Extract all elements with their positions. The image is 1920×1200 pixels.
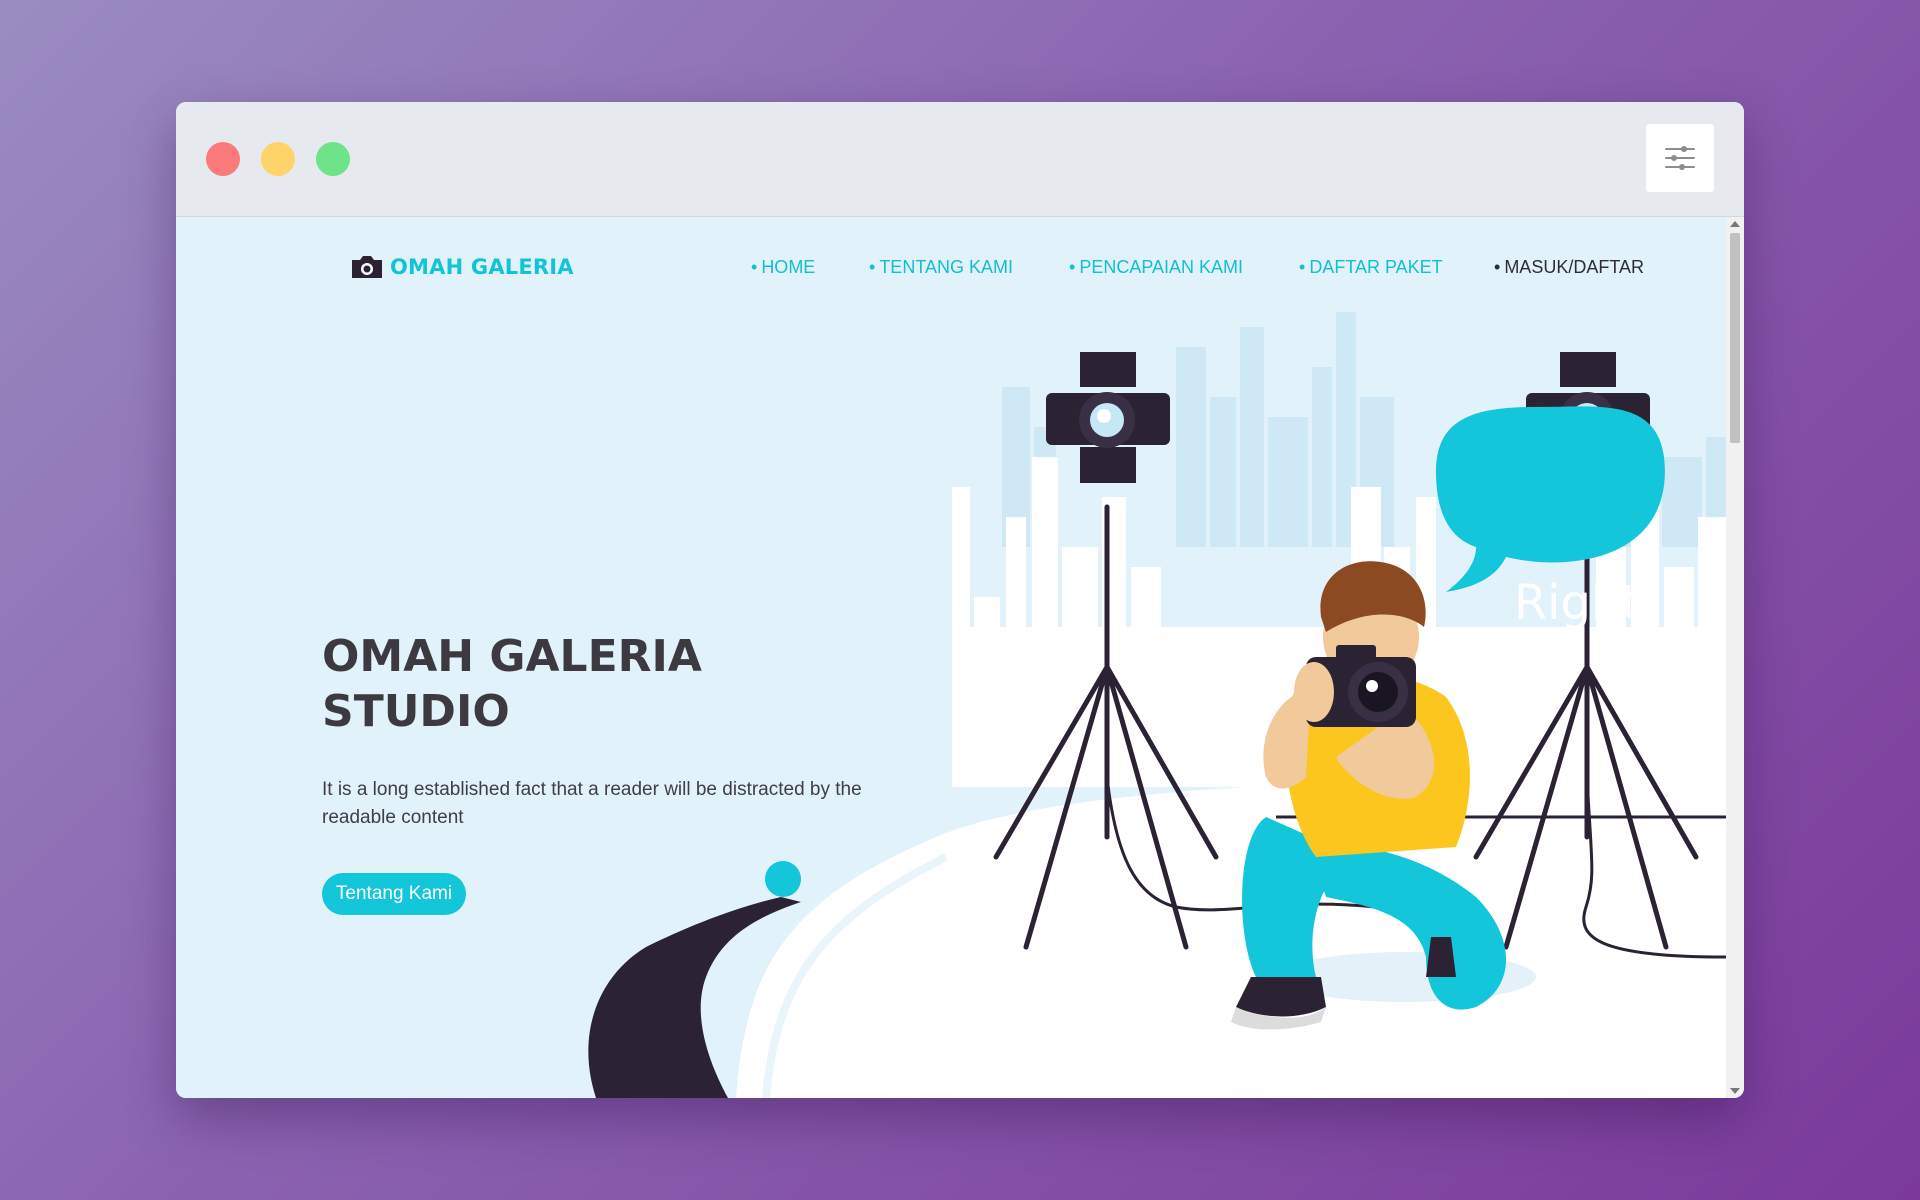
camera-icon bbox=[352, 256, 382, 278]
close-window-button[interactable] bbox=[206, 142, 240, 176]
page-content: Right OMAH GALERIA HOME TENTANG KAMI PEN… bbox=[176, 217, 1726, 1098]
scroll-up-arrow[interactable] bbox=[1730, 221, 1740, 227]
speech-bubble bbox=[1436, 406, 1665, 592]
left-light-head bbox=[1046, 352, 1170, 483]
hero-description: It is a long established fact that a rea… bbox=[322, 779, 862, 828]
hero-title-line1: OMAH GALERIA bbox=[322, 631, 702, 682]
tentang-kami-button[interactable]: Tentang Kami bbox=[322, 873, 466, 915]
scroll-thumb[interactable] bbox=[1730, 233, 1740, 443]
minimize-window-button[interactable] bbox=[261, 142, 295, 176]
nav-pencapaian-kami[interactable]: PENCAPAIAN KAMI bbox=[1069, 257, 1243, 278]
studio-floor bbox=[736, 777, 1726, 1098]
maximize-window-button[interactable] bbox=[316, 142, 350, 176]
brand-name: OMAH GALERIA bbox=[390, 255, 574, 279]
nav-daftar-paket[interactable]: DAFTAR PAKET bbox=[1299, 257, 1442, 278]
teal-dot bbox=[765, 861, 801, 897]
hero-title-line2: STUDIO bbox=[322, 686, 510, 737]
brand-logo[interactable]: OMAH GALERIA bbox=[350, 254, 574, 280]
nav-masuk-daftar[interactable]: MASUK/DAFTAR bbox=[1494, 257, 1644, 278]
browser-window: Right OMAH GALERIA HOME TENTANG KAMI PEN… bbox=[176, 102, 1744, 1098]
hero-title: OMAH GALERIA STUDIO bbox=[322, 629, 822, 739]
scroll-down-arrow[interactable] bbox=[1730, 1088, 1740, 1094]
vertical-scrollbar[interactable] bbox=[1726, 217, 1744, 1098]
speech-bubble-text: Right bbox=[1513, 575, 1641, 631]
nav-tentang-kami[interactable]: TENTANG KAMI bbox=[869, 257, 1013, 278]
nav-home[interactable]: HOME bbox=[751, 257, 815, 278]
sliders-icon bbox=[1665, 146, 1695, 170]
window-titlebar bbox=[176, 102, 1744, 217]
menu-button[interactable] bbox=[1646, 124, 1714, 192]
